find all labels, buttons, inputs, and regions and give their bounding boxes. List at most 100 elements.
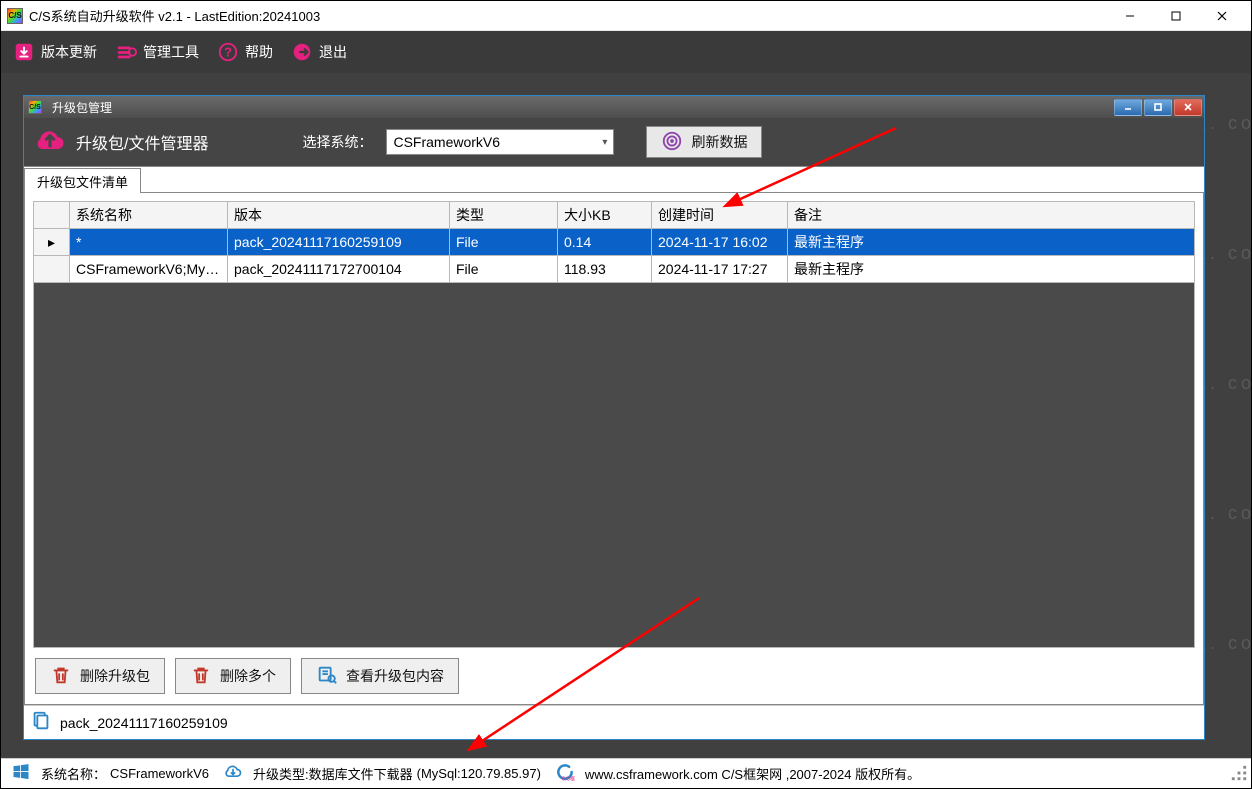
cell-size: 118.93 — [558, 256, 652, 283]
delete-package-button[interactable]: 删除升级包 — [35, 658, 165, 694]
app-icon: C/S — [28, 100, 42, 114]
col-ver[interactable]: 版本 — [228, 202, 450, 229]
tab-package-list[interactable]: 升级包文件清单 — [24, 168, 141, 193]
maximize-button[interactable] — [1153, 1, 1199, 31]
system-select[interactable]: CSFrameworkV6 ▾ — [386, 129, 614, 155]
chevron-down-icon: ▾ — [602, 137, 607, 148]
exit-icon — [291, 41, 313, 63]
status-download-label: 升级类型:数据库文件下载器 — [253, 764, 413, 783]
row-header-corner — [34, 202, 70, 229]
child-maximize-button[interactable] — [1144, 99, 1172, 116]
menu-tools[interactable]: 管理工具 — [115, 41, 199, 63]
watermark: k. co — [1197, 113, 1251, 134]
child-window-controls — [1114, 99, 1204, 116]
col-note[interactable]: 备注 — [788, 202, 1195, 229]
cell-type: File — [450, 256, 558, 283]
watermark: k. co — [1197, 243, 1251, 264]
button-label: 删除多个 — [220, 666, 276, 686]
col-sys[interactable]: 系统名称 — [70, 202, 228, 229]
cell-ver: pack_20241117160259109 — [228, 229, 450, 256]
cell-type: File — [450, 229, 558, 256]
header-row: 系统名称 版本 类型 大小KB 创建时间 备注 — [34, 202, 1195, 229]
manager-title: 升级包/文件管理器 — [32, 122, 208, 163]
grid-button-row: 删除升级包 删除多个 查看升级包内容 — [33, 648, 1195, 696]
inspect-icon — [316, 664, 338, 689]
menu-label: 管理工具 — [143, 42, 199, 62]
status-site: www.csframework.com C/S框架网 ,2007-2024 版权… — [585, 764, 920, 783]
cell-note: 最新主程序 — [788, 256, 1195, 283]
cell-size: 0.14 — [558, 229, 652, 256]
manager-title-text: 升级包/文件管理器 — [76, 130, 208, 154]
status-filename: pack_20241117160259109 — [60, 715, 228, 731]
grid-empty-area — [33, 283, 1195, 648]
watermark: k. co — [1197, 633, 1251, 654]
refresh-label: 刷新数据 — [691, 132, 747, 152]
cell-time: 2024-11-17 16:02 — [652, 229, 788, 256]
outer-statusbar: 系统名称： CSFrameworkV6 升级类型:数据库文件下载器 (MySql… — [1, 758, 1251, 788]
menu-label: 帮助 — [245, 42, 273, 62]
client-area: k. co k. co k. co k. co k. co C/S 升级包管理 — [1, 73, 1251, 758]
status-download-detail: (MySql:120.79.85.97) — [417, 766, 541, 781]
svg-text:C/S框架: C/S框架 — [562, 775, 575, 782]
cloud-download-icon — [223, 762, 243, 785]
cell-ver: pack_20241117172700104 — [228, 256, 450, 283]
refresh-icon — [661, 130, 683, 155]
system-select-value: CSFrameworkV6 — [393, 134, 500, 150]
cell-sys: CSFrameworkV6;MyS... — [70, 256, 228, 283]
trash-icon — [50, 664, 72, 689]
button-label: 删除升级包 — [80, 666, 150, 686]
tabstrip: 升级包文件清单 — [24, 166, 1204, 192]
child-window-title: 升级包管理 — [52, 99, 112, 116]
svg-text:?: ? — [224, 45, 232, 60]
child-toolbar: 升级包/文件管理器 选择系统： CSFrameworkV6 ▾ 刷新数据 — [24, 118, 1204, 166]
minimize-button[interactable] — [1107, 1, 1153, 31]
help-icon: ? — [217, 41, 239, 63]
row-indicator — [34, 256, 70, 283]
row-indicator: ▸ — [34, 229, 70, 256]
menubar: 版本更新 管理工具 ? 帮助 退出 — [1, 31, 1251, 73]
download-icon — [13, 41, 35, 63]
refresh-button[interactable]: 刷新数据 — [646, 126, 762, 158]
app-icon: C/S — [7, 8, 23, 24]
cell-time: 2024-11-17 17:27 — [652, 256, 788, 283]
resize-grip-icon[interactable] — [1229, 763, 1249, 786]
trash-icon — [190, 664, 212, 689]
child-close-button[interactable] — [1174, 99, 1202, 116]
watermark: k. co — [1197, 373, 1251, 394]
status-sysname: CSFrameworkV6 — [110, 766, 209, 781]
package-grid[interactable]: 系统名称 版本 类型 大小KB 创建时间 备注 ▸ * pack_2024111 — [33, 201, 1195, 283]
table-row[interactable]: CSFrameworkV6;MyS... pack_20241117172700… — [34, 256, 1195, 283]
select-system-label: 选择系统： — [302, 132, 372, 152]
child-titlebar[interactable]: C/S 升级包管理 — [24, 96, 1204, 118]
col-type[interactable]: 类型 — [450, 202, 558, 229]
outer-window: C/S C/S系统自动升级软件 v2.1 - LastEdition:20241… — [0, 0, 1252, 789]
tab-label: 升级包文件清单 — [37, 175, 128, 190]
grid-container: 系统名称 版本 类型 大小KB 创建时间 备注 ▸ * pack_2024111 — [24, 192, 1204, 705]
status-sysname-label: 系统名称： — [41, 764, 106, 783]
cell-note: 最新主程序 — [788, 229, 1195, 256]
cloud-upload-icon — [32, 122, 68, 163]
menu-version-update[interactable]: 版本更新 — [13, 41, 97, 63]
table-row[interactable]: ▸ * pack_20241117160259109 File 0.14 202… — [34, 229, 1195, 256]
menu-label: 退出 — [319, 42, 347, 62]
window-title: C/S系统自动升级软件 v2.1 - LastEdition:20241003 — [29, 6, 320, 25]
document-icon — [30, 710, 52, 735]
cell-sys: * — [70, 229, 228, 256]
menu-label: 版本更新 — [41, 42, 97, 62]
button-label: 查看升级包内容 — [346, 666, 444, 686]
delete-many-button[interactable]: 删除多个 — [175, 658, 291, 694]
outer-titlebar[interactable]: C/S C/S系统自动升级软件 v2.1 - LastEdition:20241… — [1, 1, 1251, 31]
view-package-button[interactable]: 查看升级包内容 — [301, 658, 459, 694]
gear-stack-icon — [115, 41, 137, 63]
brand-icon: C/S框架 — [555, 762, 575, 785]
child-minimize-button[interactable] — [1114, 99, 1142, 116]
child-statusbar: pack_20241117160259109 — [24, 705, 1204, 739]
col-time[interactable]: 创建时间 — [652, 202, 788, 229]
child-window: C/S 升级包管理 升级包/文件管理器 选择系统： C — [23, 95, 1205, 740]
menu-exit[interactable]: 退出 — [291, 41, 347, 63]
watermark: k. co — [1197, 503, 1251, 524]
windows-icon — [11, 762, 31, 785]
close-button[interactable] — [1199, 1, 1245, 31]
col-size[interactable]: 大小KB — [558, 202, 652, 229]
menu-help[interactable]: ? 帮助 — [217, 41, 273, 63]
